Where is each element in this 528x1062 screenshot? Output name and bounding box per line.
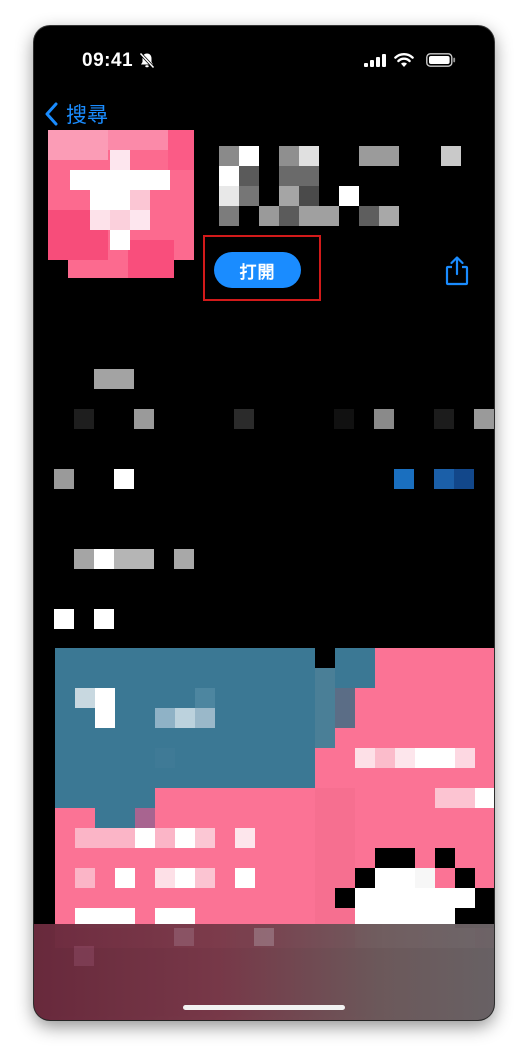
signal-icon (364, 54, 386, 67)
battery-icon (426, 53, 456, 67)
bell-off-icon (139, 52, 155, 69)
home-indicator[interactable] (183, 1005, 345, 1010)
back-label: 搜尋 (66, 104, 108, 127)
status-bar: 09:41 (34, 26, 494, 92)
phone-screen: 09:41 搜尋 打開 (34, 26, 494, 1020)
app-icon (48, 130, 194, 278)
wifi-icon (394, 53, 414, 67)
share-icon[interactable] (444, 256, 470, 286)
open-app-button[interactable]: 打開 (214, 252, 301, 288)
status-time: 09:41 (82, 50, 134, 71)
back-button[interactable]: 搜尋 (44, 100, 108, 128)
app-name-obscured (219, 146, 461, 230)
app-screenshot-preview[interactable] (55, 648, 494, 948)
chevron-left-icon (45, 102, 58, 126)
